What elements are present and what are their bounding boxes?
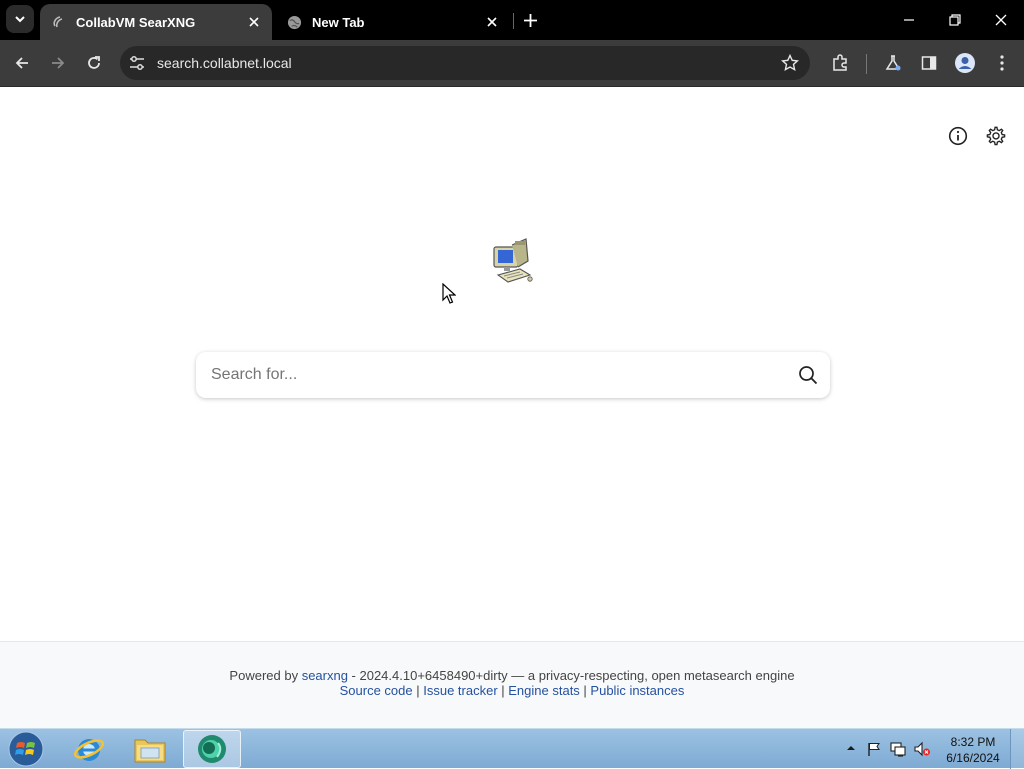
searxng-favicon: [50, 14, 66, 30]
reload-button[interactable]: [81, 50, 107, 76]
tab-searxng[interactable]: CollabVM SearXNG: [40, 4, 272, 40]
footer-separator: |: [579, 683, 591, 698]
bookmark-star-icon: [781, 54, 799, 71]
start-button[interactable]: [6, 730, 46, 768]
kebab-menu-icon: [1000, 55, 1004, 71]
bookmark-button[interactable]: [780, 53, 800, 73]
clock-date: 6/16/2024: [946, 751, 1000, 765]
taskbar-internet-explorer[interactable]: [60, 730, 118, 768]
source-code-link[interactable]: Source code: [340, 683, 413, 698]
tab-new-tab[interactable]: New Tab: [276, 4, 510, 40]
globe-icon: [286, 14, 302, 30]
side-panel-button[interactable]: [916, 50, 942, 76]
extensions-button[interactable]: [827, 50, 853, 76]
restore-button[interactable]: [943, 8, 967, 32]
extensions-icon: [833, 54, 847, 71]
search-input[interactable]: [196, 352, 776, 398]
minimize-icon: [904, 19, 914, 21]
footer-links: Source code | Issue tracker | Engine sta…: [0, 683, 1024, 698]
footer-powered-by: Powered by searxng - 2024.4.10+6458490+d…: [0, 668, 1024, 683]
engine-stats-link[interactable]: Engine stats: [508, 683, 580, 698]
taskbar-file-explorer[interactable]: [121, 730, 179, 768]
tab-title: New Tab: [312, 14, 365, 30]
info-button[interactable]: [947, 125, 969, 147]
show-desktop-button[interactable]: [1010, 729, 1024, 769]
chrome-app-icon: [198, 735, 226, 763]
footer-separator: |: [412, 683, 424, 698]
close-icon: [995, 14, 1007, 26]
system-clock[interactable]: 8:32 PM 6/16/2024: [942, 734, 1004, 766]
side-panel-icon: [921, 56, 937, 70]
footer-prefix: Powered by: [229, 668, 302, 683]
forward-button[interactable]: [45, 50, 71, 76]
public-instances-link[interactable]: Public instances: [590, 683, 684, 698]
address-bar[interactable]: search.collabnet.local: [120, 46, 810, 80]
search-button[interactable]: [796, 363, 820, 387]
close-icon: [249, 17, 259, 27]
labs-flask-icon: [885, 55, 901, 71]
mouse-cursor-icon: [442, 283, 456, 304]
footer-separator: |: [497, 683, 509, 698]
footer-version: - 2024.4.10+6458490+dirty — a privacy-re…: [347, 668, 795, 683]
reload-icon: [88, 56, 100, 69]
tab-title: CollabVM SearXNG: [76, 14, 196, 30]
toolbar-divider: [866, 54, 867, 74]
close-window-button[interactable]: [989, 8, 1013, 32]
url-text: search.collabnet.local: [157, 55, 292, 71]
close-tab-button[interactable]: [244, 12, 264, 32]
issue-tracker-link[interactable]: Issue tracker: [423, 683, 497, 698]
new-tab-button[interactable]: [520, 10, 540, 30]
plus-icon: [523, 13, 537, 27]
site-settings-icon[interactable]: [128, 54, 146, 72]
page-footer: Powered by searxng - 2024.4.10+6458490+d…: [0, 641, 1024, 728]
taskbar: 8:32 PM 6/16/2024: [0, 728, 1024, 769]
clock-time: 8:32 PM: [950, 735, 996, 749]
back-arrow-icon: [15, 57, 28, 69]
action-center-flag-icon[interactable]: [865, 740, 883, 758]
settings-button[interactable]: [985, 125, 1007, 147]
forward-arrow-icon: [52, 57, 65, 69]
taskbar-chrome[interactable]: [183, 730, 241, 768]
search-bar: [196, 352, 830, 398]
searxng-page: Powered by searxng - 2024.4.10+6458490+d…: [0, 87, 1024, 728]
show-hidden-icons-icon[interactable]: [845, 742, 857, 754]
network-icon[interactable]: [889, 740, 907, 758]
labs-button[interactable]: [880, 50, 906, 76]
tab-list-icon: [15, 16, 25, 23]
internet-explorer-icon: [73, 739, 105, 761]
info-icon: [948, 126, 968, 146]
browser-menu-button[interactable]: [989, 50, 1015, 76]
close-tab-button[interactable]: [482, 12, 502, 32]
close-icon: [487, 17, 497, 27]
tab-list-button[interactable]: [6, 5, 34, 33]
volume-muted-icon[interactable]: [913, 740, 931, 758]
browser-toolbar: search.collabnet.local: [0, 40, 1024, 87]
profile-button[interactable]: [952, 50, 978, 76]
profile-avatar-icon: [955, 53, 975, 73]
tab-separator: [513, 13, 514, 29]
restore-icon: [949, 14, 961, 26]
file-explorer-icon: [134, 739, 166, 763]
minimize-button[interactable]: [897, 8, 921, 32]
searxng-link[interactable]: searxng: [302, 668, 348, 683]
settings-gear-icon: [986, 126, 1006, 146]
search-icon: [799, 366, 818, 385]
back-button[interactable]: [9, 50, 35, 76]
tab-strip: CollabVM SearXNG New Tab: [0, 0, 1024, 40]
start-orb-icon: [8, 731, 44, 767]
computer-logo-icon: [493, 238, 533, 283]
